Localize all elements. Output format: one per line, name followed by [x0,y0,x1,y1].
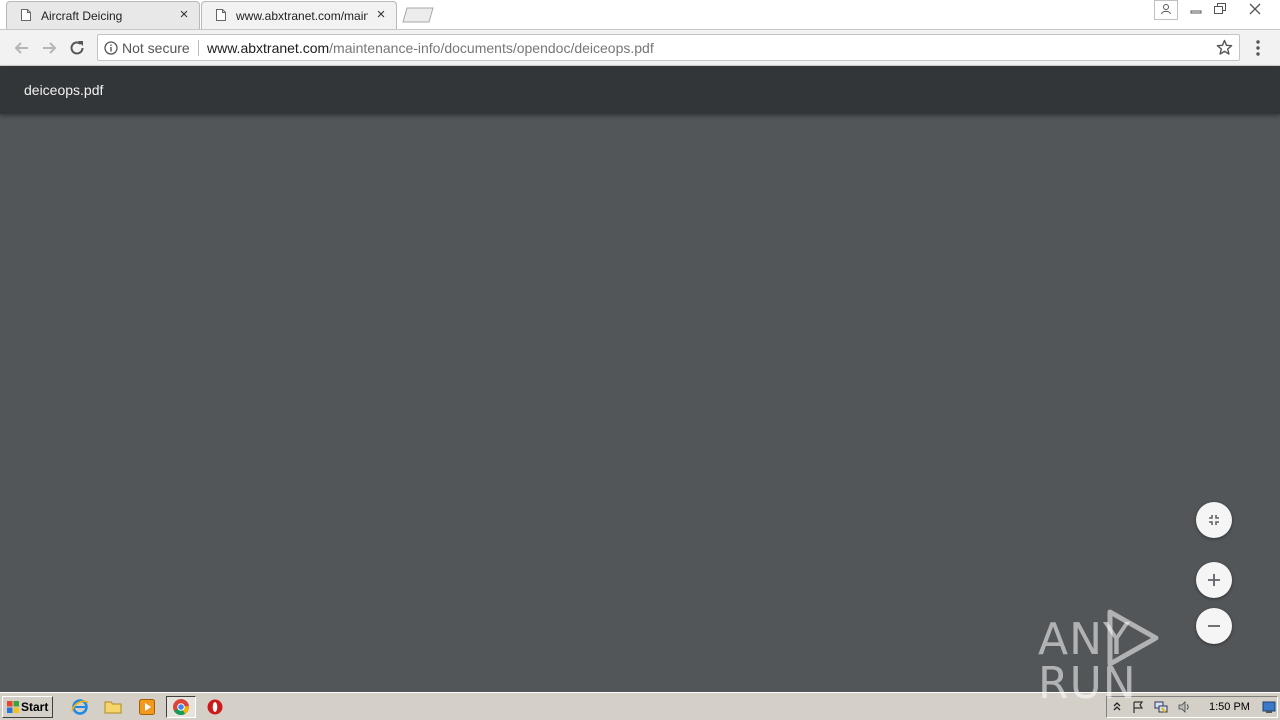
tab-close-icon[interactable]: × [374,7,388,22]
clock[interactable]: 1:50 PM [1209,700,1250,714]
start-label: Start [21,700,49,714]
start-button[interactable]: Start [2,696,53,718]
opera-icon[interactable] [206,698,224,716]
user-icon[interactable] [1154,0,1178,20]
minimize-button[interactable] [1184,0,1208,18]
security-label[interactable]: Not secure [122,40,190,56]
omnibox-divider [198,40,199,56]
tab-deiceops[interactable]: www.abxtranet.com/mainte × [201,1,397,29]
document-icon [21,9,31,21]
tab-close-icon[interactable]: × [177,7,191,22]
fit-to-page-icon [1209,515,1219,525]
pdf-title: deiceops.pdf [24,82,104,98]
bookmark-star-icon[interactable] [1216,39,1233,56]
show-desktop-icon[interactable] [1262,700,1276,714]
pdf-toolbar: deiceops.pdf [0,66,1280,114]
reload-icon[interactable] [67,38,87,58]
zoom-in-button[interactable] [1196,562,1232,598]
network-icon[interactable] [1154,700,1168,714]
tab-strip: Aircraft Deicing × www.abxtranet.com/mai… [0,0,1280,30]
volume-icon[interactable] [1177,700,1191,714]
document-icon [216,9,226,21]
watermark-text: ANY RUN [1038,614,1137,709]
chrome-icon[interactable] [172,698,190,716]
info-icon[interactable] [104,41,118,55]
forward-icon[interactable] [39,38,59,58]
fit-to-page-button[interactable] [1196,502,1232,538]
internet-explorer-icon[interactable] [71,698,89,716]
close-window-button[interactable] [1236,0,1274,18]
tab-title: Aircraft Deicing [41,9,123,23]
url-text[interactable]: www.abxtranet.com/maintenance-info/docum… [207,40,654,56]
tab-aircraft-deicing[interactable]: Aircraft Deicing × [6,1,200,29]
zoom-in-icon [1208,574,1220,586]
url-path: /maintenance-info/documents/opendoc/deic… [329,40,654,56]
new-tab-button[interactable] [402,7,434,23]
restore-button[interactable] [1208,0,1232,18]
menu-dots-icon[interactable] [1252,39,1264,57]
back-icon[interactable] [12,38,32,58]
tab-title: www.abxtranet.com/mainte [236,9,368,23]
windows-flag-icon [7,701,19,713]
folder-icon[interactable] [104,698,122,716]
url-host: www.abxtranet.com [207,40,330,56]
media-player-icon[interactable] [138,698,156,716]
address-bar[interactable]: Not secure www.abxtranet.com/maintenance… [97,34,1240,61]
browser-toolbar: Not secure www.abxtranet.com/maintenance… [0,30,1280,66]
